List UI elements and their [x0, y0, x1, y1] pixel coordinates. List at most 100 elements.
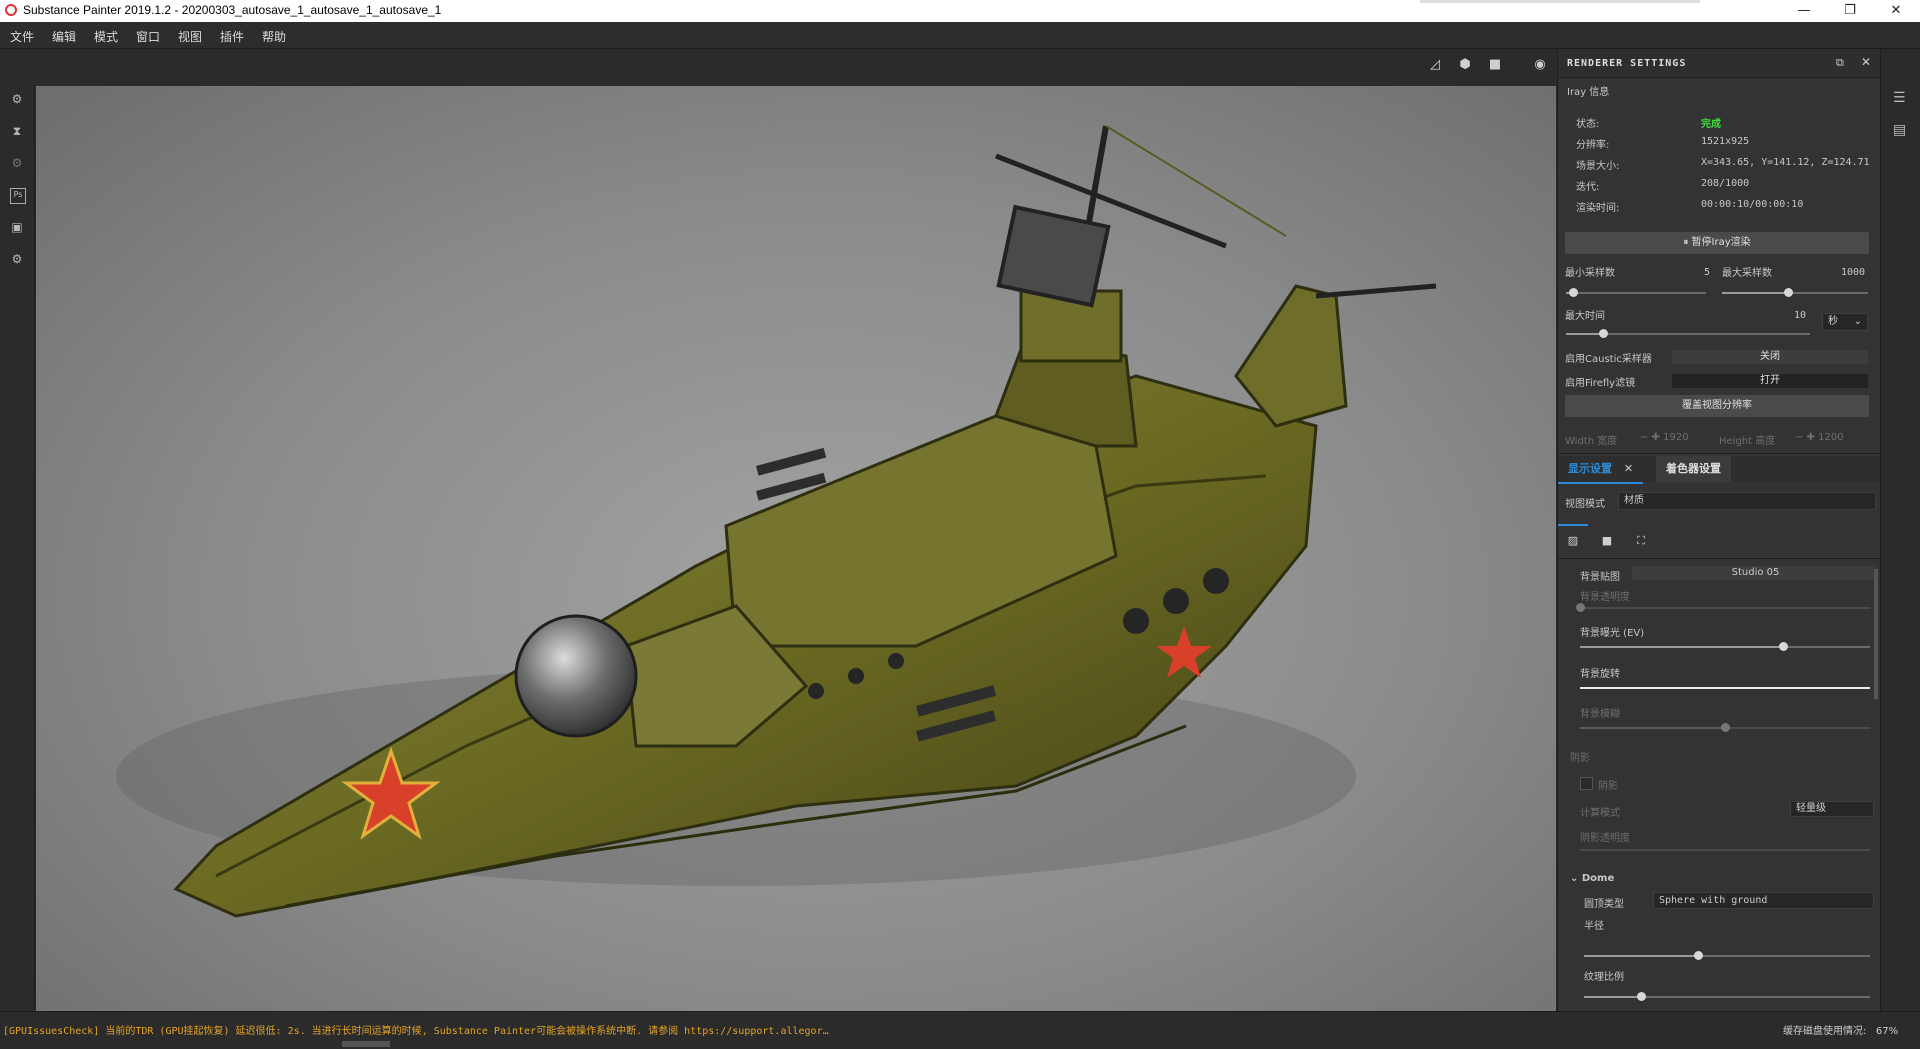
chevron-down-icon: ⌄: [1853, 316, 1862, 327]
renderer-settings-title: RENDERER SETTINGS: [1567, 58, 1687, 69]
menu-edit[interactable]: 编辑: [52, 28, 76, 45]
bg-exposure-slider[interactable]: [1580, 642, 1870, 651]
height-label: Height 高度: [1719, 436, 1776, 447]
left-toolbar: ⚙ ⧗ ⚙ Ps ▣ ⚙: [0, 49, 35, 1009]
float-panel-icon[interactable]: ⧉: [1836, 56, 1844, 70]
bg-rotation-slider[interactable]: [1580, 687, 1870, 689]
dome-type-label: 圆顶类型: [1584, 899, 1624, 910]
menu-plugins[interactable]: 插件: [220, 28, 244, 45]
menu-bar: 文件 编辑 模式 窗口 视图 插件 帮助: [0, 22, 1920, 49]
dome-section[interactable]: ⌄ Dome: [1570, 873, 1614, 884]
camera-settings-icon[interactable]: ■: [1592, 524, 1622, 558]
export-icon[interactable]: ▣: [10, 220, 24, 234]
bg-blur-slider[interactable]: [1580, 723, 1870, 732]
panel-scrollbar[interactable]: [1874, 569, 1878, 699]
right-dock: ☰ ▤: [1880, 49, 1920, 1011]
2d-view-icon[interactable]: ◿: [1425, 57, 1445, 75]
camera-icon[interactable]: ■: [1485, 57, 1505, 75]
app-logo-icon: [5, 4, 17, 16]
display-tabs: 显示设置 ✕ 着色器设置: [1558, 456, 1880, 484]
menu-window[interactable]: 窗口: [136, 28, 160, 45]
3d-cube-icon[interactable]: ⬢: [1455, 57, 1475, 75]
menu-view[interactable]: 视图: [178, 28, 202, 45]
resolution-value: 1521x925: [1701, 136, 1750, 147]
view-mode-label: 视图模式: [1565, 499, 1605, 510]
max-time-slider[interactable]: [1566, 329, 1810, 338]
slider-knob[interactable]: [1783, 288, 1793, 297]
max-time-label: 最大时间: [1565, 311, 1605, 322]
min-samples-value[interactable]: 5: [1704, 267, 1710, 278]
shadow-opacity-slider[interactable]: [1580, 849, 1870, 851]
iterations-label: 迭代:: [1576, 182, 1600, 193]
caustic-toggle[interactable]: 关闭: [1672, 350, 1868, 364]
view-mode-select[interactable]: 材质: [1618, 492, 1876, 510]
shadows-checkbox[interactable]: [1580, 777, 1593, 790]
cache-usage: 缓存磁盘使用情况: 67%: [1783, 1026, 1899, 1037]
slider-knob[interactable]: [1694, 951, 1704, 960]
env-map-select[interactable]: Studio 05: [1632, 566, 1874, 580]
restore-button[interactable]: ❐: [1827, 0, 1873, 22]
slider-fill: [1580, 727, 1725, 729]
close-tab-icon[interactable]: ✕: [1624, 462, 1633, 475]
time-unit-select[interactable]: 秒 ⌄: [1822, 313, 1868, 331]
radius-slider[interactable]: [1584, 951, 1870, 960]
bg-opacity-label: 背景透明度: [1580, 592, 1630, 603]
compute-mode-select[interactable]: 轻量级: [1790, 801, 1874, 817]
window-title: Substance Painter 2019.1.2 - 20200303_au…: [23, 3, 442, 17]
layers-panel-icon[interactable]: ☰: [1893, 90, 1906, 106]
slider-knob[interactable]: [1569, 288, 1578, 297]
3d-viewport[interactable]: [36, 86, 1556, 1011]
tab-shader-settings[interactable]: 着色器设置: [1656, 456, 1731, 482]
close-window-button[interactable]: ✕: [1873, 0, 1919, 22]
environment-icon[interactable]: ▨: [1558, 524, 1588, 558]
status-scrollbar[interactable]: [342, 1041, 390, 1047]
paint-brush-icon[interactable]: ⚙: [10, 92, 24, 106]
max-time-value[interactable]: 10: [1794, 310, 1806, 321]
height-stepper[interactable]: − ✚ 1200: [1795, 432, 1844, 443]
slider-knob[interactable]: [1779, 642, 1788, 651]
history-icon[interactable]: ⧗: [10, 124, 24, 138]
width-stepper[interactable]: − ✚ 1920: [1640, 432, 1689, 443]
gpu-warning-text[interactable]: [GPUIssuesCheck] 当前的TDR (GPU挂起恢复) 延迟很低: …: [3, 1022, 829, 1037]
tab-display-settings[interactable]: 显示设置 ✕: [1558, 456, 1644, 484]
texture-scale-label: 纹理比例: [1584, 972, 1624, 983]
override-resolution-button[interactable]: 覆盖视图分辨率: [1565, 395, 1869, 417]
settings-icon[interactable]: ⚙: [10, 252, 24, 266]
ship-model: [116, 125, 1437, 918]
bg-opacity-slider[interactable]: [1576, 603, 1870, 612]
photoshop-icon[interactable]: Ps: [10, 188, 26, 204]
slider-knob[interactable]: [1637, 992, 1647, 1001]
title-bar: Substance Painter 2019.1.2 - 20200303_au…: [0, 0, 1920, 22]
menu-file[interactable]: 文件: [10, 28, 34, 45]
properties-panel-icon[interactable]: ▤: [1893, 122, 1906, 138]
menu-mode[interactable]: 模式: [94, 28, 118, 45]
max-samples-value[interactable]: 1000: [1841, 267, 1865, 278]
viewport-toolbar: [34, 49, 1555, 85]
caustic-label: 启用Caustic采样器: [1565, 354, 1652, 365]
bg-rotation-label: 背景旋转: [1580, 669, 1620, 680]
resolution-label: 分辨率:: [1576, 140, 1610, 151]
screenshot-icon[interactable]: ◉: [1530, 57, 1550, 75]
slider-knob[interactable]: [1598, 329, 1608, 338]
pause-iray-button[interactable]: ⏸ 暂停Iray渲染: [1565, 232, 1869, 254]
env-map-label: 背景贴图: [1580, 572, 1620, 583]
dome-type-select[interactable]: Sphere with ground: [1653, 892, 1874, 909]
post-effects-icon[interactable]: ⛶: [1626, 524, 1656, 558]
render-time-value: 00:00:10/00:00:10: [1701, 199, 1804, 210]
firefly-toggle[interactable]: 打开: [1672, 374, 1868, 388]
close-panel-icon[interactable]: ✕: [1861, 55, 1871, 69]
texture-scale-slider[interactable]: [1584, 992, 1870, 1001]
slider-knob[interactable]: [1721, 723, 1730, 732]
min-samples-slider[interactable]: [1566, 288, 1706, 297]
max-samples-slider[interactable]: [1722, 288, 1868, 297]
slider-fill: [1580, 646, 1783, 648]
minimize-button[interactable]: —: [1781, 0, 1827, 22]
slider-knob[interactable]: [1576, 603, 1585, 612]
menu-help[interactable]: 帮助: [262, 28, 286, 45]
render-time-label: 渲染时间:: [1576, 203, 1620, 214]
firefly-label: 启用Firefly滤镜: [1565, 378, 1636, 389]
bake-icon[interactable]: ⚙: [10, 156, 24, 170]
status-label: 状态:: [1576, 119, 1600, 130]
renderer-settings-header: RENDERER SETTINGS ⧉ ✕: [1558, 49, 1880, 78]
iray-info-section: Iray 信息: [1567, 87, 1610, 98]
